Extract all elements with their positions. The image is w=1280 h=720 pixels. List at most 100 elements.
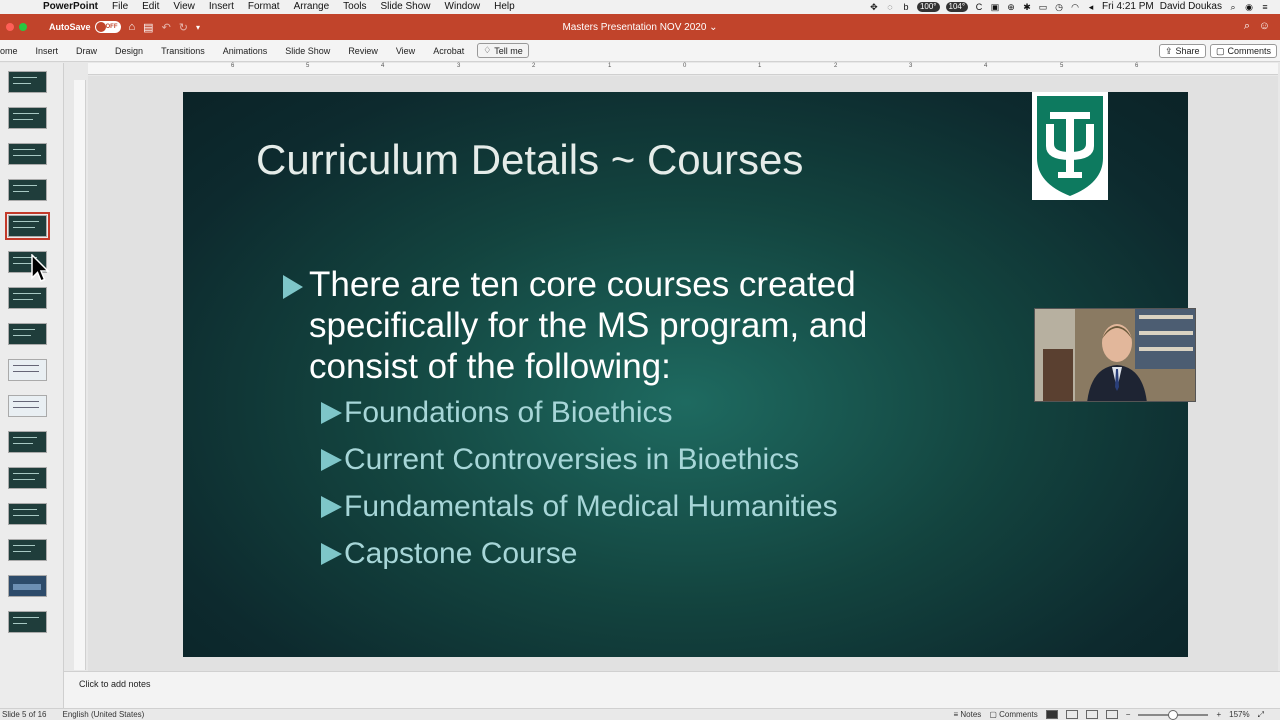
tab-review[interactable]: Review — [339, 40, 387, 62]
menu-format[interactable]: Format — [241, 0, 287, 14]
main-bullet[interactable]: There are ten core courses created speci… — [283, 264, 923, 387]
comments-toggle[interactable]: ▢ Comments — [989, 710, 1037, 719]
ruler-tick: 5 — [306, 63, 310, 69]
autosave-label: AutoSave — [49, 22, 91, 32]
creative-cloud-icon[interactable]: C — [974, 2, 984, 12]
customize-toolbar-icon[interactable]: ▾ — [196, 23, 200, 32]
bullet-arrow-icon — [321, 449, 342, 471]
tell-me-box[interactable]: ♢ Tell me — [477, 43, 529, 58]
reading-view-button[interactable] — [1085, 710, 1098, 719]
menu-app-name[interactable]: PowerPoint — [36, 0, 105, 14]
menu-arrange[interactable]: Arrange — [287, 0, 337, 14]
tab-home[interactable]: ome — [0, 40, 27, 62]
zoom-icon[interactable]: ▣ — [990, 2, 1000, 12]
menu-view[interactable]: View — [166, 0, 202, 14]
slide-thumbnail[interactable] — [8, 323, 47, 345]
comments-status-label: Comments — [999, 710, 1038, 719]
feedback-smile-icon[interactable]: ☺ — [1259, 20, 1270, 32]
comments-button[interactable]: ▢ Comments — [1210, 44, 1278, 58]
menu-help[interactable]: Help — [487, 0, 522, 14]
language-indicator[interactable]: English (United States) — [62, 710, 144, 719]
tab-acrobat[interactable]: Acrobat — [424, 40, 473, 62]
vertical-ruler — [74, 80, 86, 670]
zoom-level[interactable]: 157% — [1229, 710, 1249, 719]
redo-icon[interactable]: ↻ — [179, 21, 188, 34]
slideshow-view-button[interactable] — [1105, 710, 1118, 719]
menu-tools[interactable]: Tools — [336, 0, 373, 14]
zoom-out-icon[interactable]: − — [1126, 710, 1131, 719]
ruler-tick: 2 — [834, 63, 838, 69]
slide-sorter-view-button[interactable] — [1065, 710, 1078, 719]
battery-badge-a[interactable]: 100° — [916, 2, 940, 12]
normal-view-button[interactable] — [1045, 710, 1058, 719]
clock[interactable]: Fri 4:21 PM — [1102, 0, 1154, 14]
mouse-cursor-icon — [31, 254, 50, 282]
slide-title[interactable]: Curriculum Details ~ Courses — [256, 136, 803, 184]
tab-transitions[interactable]: Transitions — [152, 40, 214, 62]
bluetooth-icon[interactable]: ✱ — [1022, 2, 1032, 12]
slide-thumbnail[interactable] — [8, 539, 47, 561]
tab-insert[interactable]: Insert — [27, 40, 68, 62]
tulane-logo[interactable] — [1032, 92, 1108, 200]
close-window-button[interactable] — [6, 23, 14, 31]
slide-thumbnail[interactable] — [8, 395, 47, 417]
share-button[interactable]: ⇪ Share — [1159, 44, 1206, 58]
slide-thumbnail-selected[interactable] — [5, 212, 50, 240]
menu-edit[interactable]: Edit — [135, 0, 166, 14]
control-center-icon[interactable]: ≡ — [1260, 2, 1270, 12]
slide-thumbnail[interactable] — [8, 611, 47, 633]
notes-toggle[interactable]: ≡ Notes — [954, 710, 982, 719]
slide-thumbnail[interactable] — [8, 575, 47, 597]
search-icon[interactable]: ⌕ — [1244, 20, 1250, 33]
slide-thumbnail[interactable] — [8, 179, 47, 201]
accessibility-icon[interactable]: ⊕ — [1006, 2, 1016, 12]
zoom-in-icon[interactable]: + — [1216, 710, 1221, 719]
share-label: Share — [1175, 46, 1200, 56]
dropbox-icon[interactable]: ✥ — [869, 2, 879, 12]
volume-icon[interactable]: ◂ — [1086, 2, 1096, 12]
fit-to-window-icon[interactable]: ⤢ — [1258, 710, 1264, 720]
sub-bullet[interactable]: Fundamentals of Medical Humanities — [321, 490, 838, 524]
sub-bullet[interactable]: Capstone Course — [321, 537, 577, 571]
tab-design[interactable]: Design — [106, 40, 152, 62]
wifi-icon[interactable]: ◠ — [1070, 2, 1080, 12]
save-icon[interactable]: ▤ — [143, 21, 153, 34]
sub-bullet[interactable]: Current Controversies in Bioethics — [321, 443, 799, 477]
spotlight-search-icon[interactable]: ⌕ — [1228, 2, 1238, 12]
zoom-slider[interactable] — [1138, 709, 1209, 720]
slide-thumbnail[interactable] — [8, 71, 47, 93]
home-icon[interactable]: ⌂ — [129, 21, 136, 33]
menu-file[interactable]: File — [105, 0, 135, 14]
slide-thumbnail[interactable] — [8, 287, 47, 309]
notes-label: Notes — [960, 710, 982, 719]
notes-pane[interactable]: Click to add notes — [64, 671, 1280, 708]
tab-draw[interactable]: Draw — [67, 40, 106, 62]
slide-thumbnail[interactable] — [8, 359, 47, 381]
tab-animations[interactable]: Animations — [214, 40, 277, 62]
slide-thumbnail[interactable] — [8, 503, 47, 525]
tab-slideshow[interactable]: Slide Show — [276, 40, 339, 62]
undo-icon[interactable]: ↶ — [162, 21, 171, 34]
battery-badge-b[interactable]: 104° — [945, 2, 969, 12]
slide-thumbnail[interactable] — [8, 143, 47, 165]
status-bar: Slide 5 of 16 English (United States) ≡ … — [0, 708, 1280, 720]
sub-bullet[interactable]: Foundations of Bioethics — [321, 396, 673, 430]
slide-thumbnail[interactable] — [8, 107, 47, 129]
tab-view[interactable]: View — [387, 40, 424, 62]
slide-thumbnail[interactable] — [8, 467, 47, 489]
autosave-toggle[interactable]: OFF — [94, 21, 121, 33]
time-machine-icon[interactable]: ◷ — [1054, 2, 1064, 12]
bold-b-icon[interactable]: b — [901, 2, 911, 12]
airplay-icon[interactable]: ▭ — [1038, 2, 1048, 12]
autosave-control[interactable]: AutoSave OFF — [49, 21, 121, 33]
siri-icon[interactable]: ◉ — [1244, 2, 1254, 12]
sync-icon[interactable]: ◌ — [885, 2, 895, 12]
menu-window[interactable]: Window — [438, 0, 488, 14]
menu-insert[interactable]: Insert — [202, 0, 241, 14]
slide-thumbnail[interactable] — [8, 431, 47, 453]
menu-slideshow[interactable]: Slide Show — [374, 0, 438, 14]
slide-thumbnail-pane[interactable] — [0, 63, 64, 708]
bullet-arrow-icon — [321, 496, 342, 518]
zoom-window-button[interactable] — [19, 23, 27, 31]
user-name[interactable]: David Doukas — [1160, 0, 1222, 14]
